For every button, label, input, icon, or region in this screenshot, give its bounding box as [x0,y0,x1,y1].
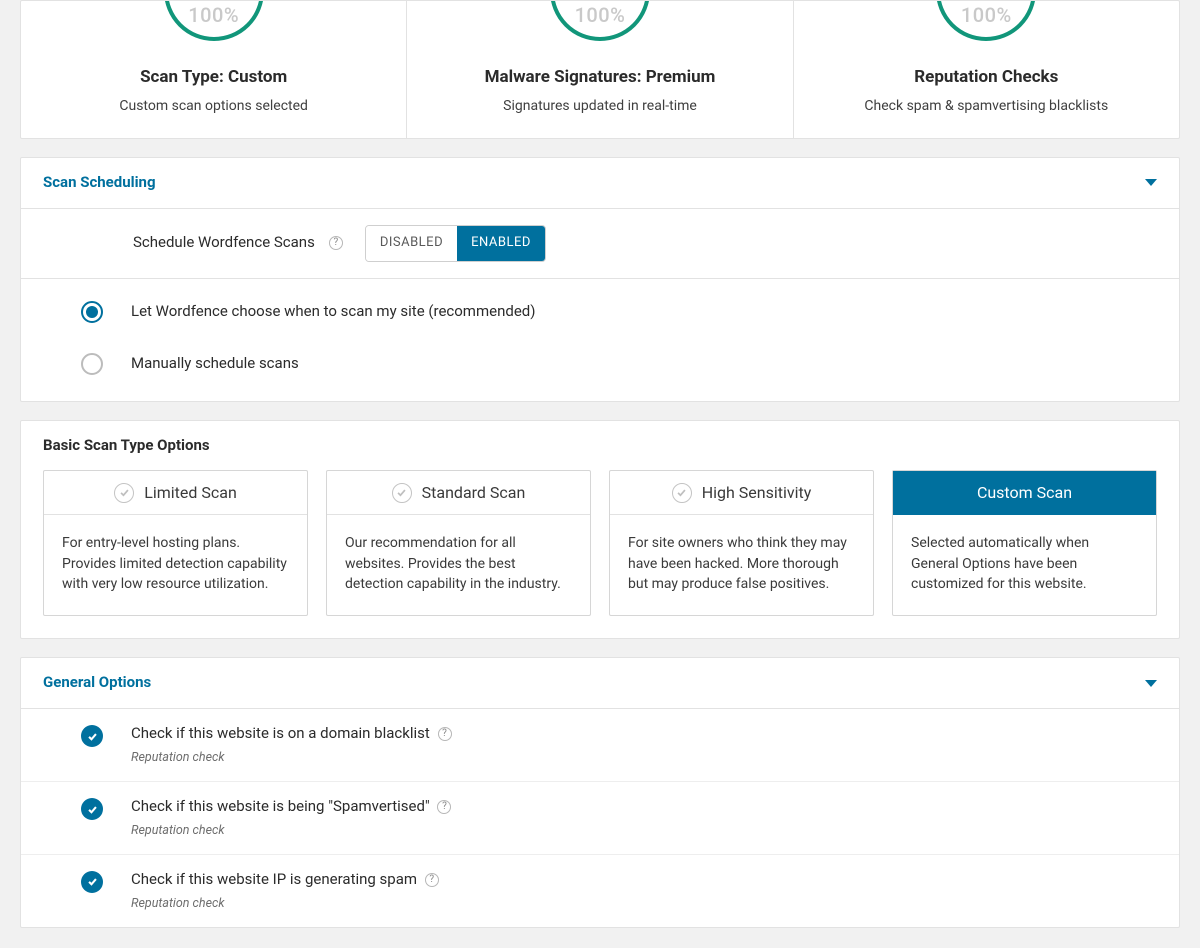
general-options-header[interactable]: General Options [21,658,1179,709]
help-icon[interactable]: ? [425,873,439,887]
status-title: Malware Signatures: Premium [423,65,776,90]
checkbox-checked-icon[interactable] [81,798,103,820]
help-icon[interactable]: ? [438,727,452,741]
progress-ring-icon: 100% [550,1,650,41]
checkbox-checked-icon[interactable] [81,725,103,747]
radio-icon[interactable] [81,353,103,375]
radio-icon[interactable] [81,301,103,323]
option-row-ip-spam[interactable]: Check if this website IP is generating s… [21,855,1179,927]
scan-card-title: High Sensitivity [702,481,812,504]
check-circle-icon [392,483,412,503]
option-row-domain-blacklist[interactable]: Check if this website is on a domain bla… [21,709,1179,782]
scan-card-title: Custom Scan [977,481,1072,504]
scan-card-custom[interactable]: Custom Scan Selected automatically when … [892,470,1157,616]
checkbox-checked-icon[interactable] [81,871,103,893]
scan-type-cards: Limited Scan For entry-level hosting pla… [21,470,1179,638]
caret-down-icon [1145,179,1157,186]
status-subtitle: Custom scan options selected [37,96,390,116]
scan-card-body: Our recommendation for all websites. Pro… [327,515,590,615]
scan-scheduling-header[interactable]: Scan Scheduling [21,158,1179,209]
option-row-spamvertised[interactable]: Check if this website is being "Spamvert… [21,782,1179,855]
option-title: Check if this website is on a domain bla… [131,723,452,745]
option-subtitle: Reputation check [131,749,452,767]
help-icon[interactable]: ? [437,800,451,814]
radio-row-manual[interactable]: Manually schedule scans [21,345,1179,401]
radio-row-auto[interactable]: Let Wordfence choose when to scan my sit… [21,279,1179,345]
caret-down-icon [1145,680,1157,687]
basic-scan-panel: Basic Scan Type Options Limited Scan For… [20,420,1180,640]
scan-card-body: For entry-level hosting plans. Provides … [44,515,307,615]
scan-card-limited[interactable]: Limited Scan For entry-level hosting pla… [43,470,308,616]
section-title: Scan Scheduling [43,172,156,194]
status-title: Scan Type: Custom [37,65,390,90]
section-title: General Options [43,672,151,694]
option-subtitle: Reputation check [131,822,451,840]
status-card-signatures: 100% Malware Signatures: Premium Signatu… [406,1,792,138]
toggle-enabled[interactable]: ENABLED [457,226,545,261]
schedule-toggle-row: Schedule Wordfence Scans ? DISABLED ENAB… [21,209,1179,279]
scan-scheduling-panel: Scan Scheduling Schedule Wordfence Scans… [20,157,1180,402]
option-title: Check if this website IP is generating s… [131,869,439,891]
scan-card-standard[interactable]: Standard Scan Our recommendation for all… [326,470,591,616]
schedule-label: Schedule Wordfence Scans [133,232,315,254]
progress-ring-icon: 100% [936,1,1036,41]
progress-ring-icon: 100% [164,1,264,41]
scan-card-body: For site owners who think they may have … [610,515,873,615]
status-subtitle: Signatures updated in real-time [423,96,776,116]
check-circle-icon [672,483,692,503]
check-circle-icon [114,483,134,503]
progress-percent: 100% [961,1,1012,30]
general-options-panel: General Options Check if this website is… [20,657,1180,927]
radio-label: Manually schedule scans [131,353,299,375]
section-title: Basic Scan Type Options [21,421,1179,471]
status-card-reputation: 100% Reputation Checks Check spam & spam… [793,1,1179,138]
status-card-scan-type: 100% Scan Type: Custom Custom scan optio… [21,1,406,138]
option-subtitle: Reputation check [131,895,439,913]
radio-label: Let Wordfence choose when to scan my sit… [131,301,535,323]
toggle-disabled[interactable]: DISABLED [366,226,457,261]
scan-card-title: Limited Scan [144,481,237,504]
schedule-toggle: DISABLED ENABLED [365,225,546,262]
help-icon[interactable]: ? [329,236,343,250]
scan-card-body: Selected automatically when General Opti… [893,515,1156,615]
status-title: Reputation Checks [810,65,1163,90]
scan-card-high-sensitivity[interactable]: High Sensitivity For site owners who thi… [609,470,874,616]
scan-card-title: Standard Scan [422,481,526,504]
status-row: 100% Scan Type: Custom Custom scan optio… [20,0,1180,139]
option-title: Check if this website is being "Spamvert… [131,796,451,818]
status-subtitle: Check spam & spamvertising blacklists [810,96,1163,116]
progress-percent: 100% [575,1,626,30]
progress-percent: 100% [188,1,239,30]
